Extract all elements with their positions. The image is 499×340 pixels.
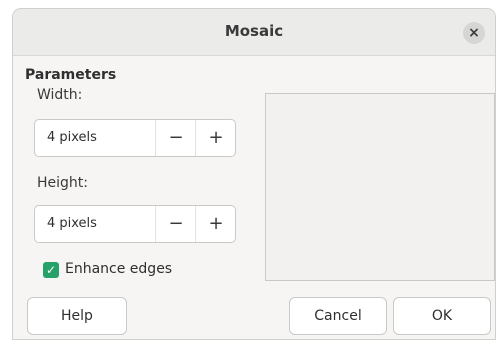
close-icon[interactable]: ×: [463, 22, 485, 44]
ok-button[interactable]: OK: [393, 297, 491, 335]
height-label: Height:: [37, 175, 88, 191]
width-label: Width:: [37, 87, 83, 103]
width-decrement-button[interactable]: −: [155, 120, 196, 156]
mosaic-dialog: Mosaic × Parameters Width: 4 pixels − + …: [12, 8, 496, 340]
height-value[interactable]: 4 pixels: [47, 216, 97, 231]
height-increment-button[interactable]: +: [195, 206, 236, 242]
width-spinbox[interactable]: 4 pixels − +: [34, 119, 236, 157]
enhance-edges-checkbox[interactable]: ✓: [43, 262, 59, 278]
parameters-heading: Parameters: [25, 67, 117, 83]
enhance-edges-label[interactable]: Enhance edges: [65, 261, 172, 277]
width-increment-button[interactable]: +: [195, 120, 236, 156]
height-decrement-button[interactable]: −: [155, 206, 196, 242]
dialog-title: Mosaic: [224, 22, 284, 40]
width-value[interactable]: 4 pixels: [47, 130, 97, 145]
preview-area: [265, 93, 495, 281]
help-button[interactable]: Help: [27, 297, 127, 335]
cancel-button[interactable]: Cancel: [289, 297, 387, 335]
height-spinbox[interactable]: 4 pixels − +: [34, 205, 236, 243]
title-bar: Mosaic ×: [13, 9, 495, 56]
